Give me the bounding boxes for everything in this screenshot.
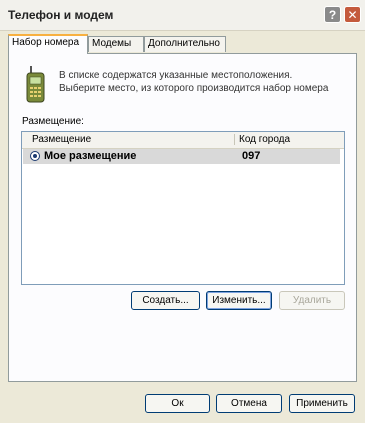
area-code: 097 [242,150,261,162]
ok-button[interactable]: Ок [145,394,210,413]
locations-list[interactable]: Размещение Код города Мое размещение 097 [21,131,345,285]
info-line-1: В списке содержатся указанные местополож… [59,70,293,81]
tab-dialing-rules[interactable]: Набор номера [8,34,88,54]
create-location-button[interactable]: Создать... [131,291,200,310]
location-row[interactable]: Мое размещение 097 [23,149,340,164]
help-button[interactable]: ? [324,6,341,23]
tab-panel-dialing: В списке содержатся указанные местополож… [8,53,357,382]
info-line-2: Выберите место, из которого производится… [59,83,329,94]
cancel-button[interactable]: Отмена [216,394,282,413]
location-name: Мое размещение [44,150,137,162]
apply-button[interactable]: Применить [289,394,355,413]
selected-location-radio-icon [30,151,40,161]
delete-location-button[interactable]: Удалить [279,291,345,310]
edit-location-button[interactable]: Изменить... [206,291,272,310]
column-header-area-code[interactable]: Код города [234,134,290,145]
window-title: Телефон и модем [8,8,114,22]
tab-modems[interactable]: Модемы [88,36,144,52]
info-text: В списке содержатся указанные местополож… [59,69,349,95]
locations-label: Размещение: [22,116,84,127]
help-icon: ? [328,7,337,22]
list-header: Размещение Код города [22,132,344,149]
tab-advanced[interactable]: Дополнительно [144,36,226,52]
phone-icon [26,66,45,103]
column-header-location[interactable]: Размещение [32,134,91,145]
close-icon: ✕ [347,7,358,22]
title-bar: Телефон и модем ? ✕ [0,0,365,31]
close-button[interactable]: ✕ [344,6,361,23]
